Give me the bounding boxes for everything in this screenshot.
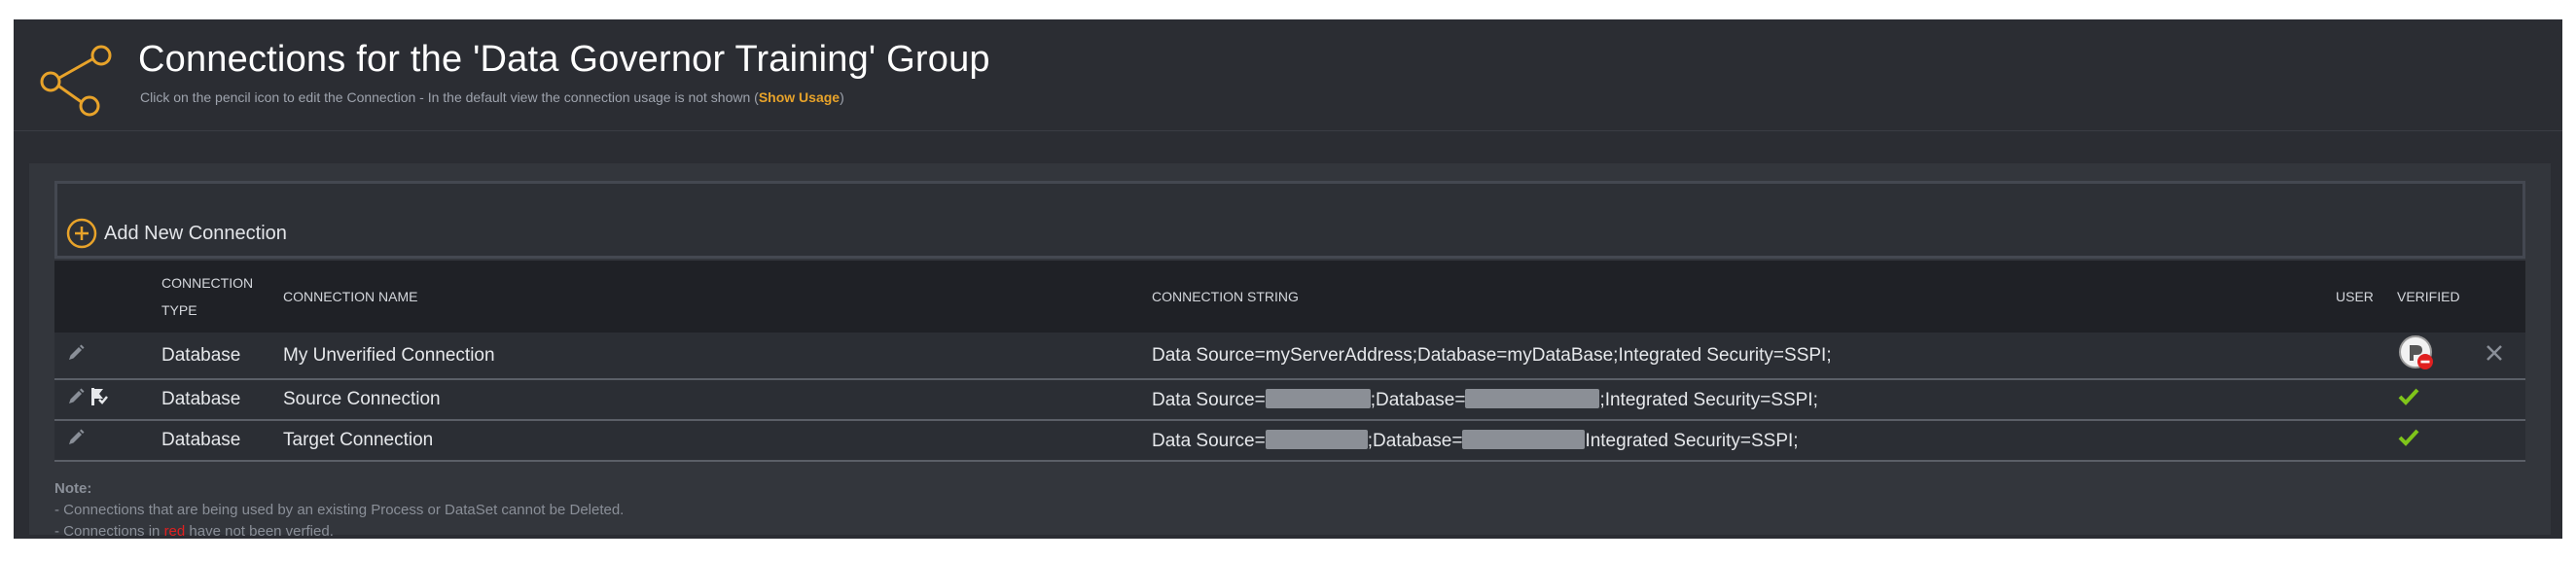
connection-string: Data Source= ;Database= Integrated Securit… bbox=[1152, 420, 2336, 461]
row-tools bbox=[88, 333, 161, 379]
header-connection-type[interactable]: CONNECTION TYPE bbox=[161, 261, 283, 333]
pencil-icon[interactable] bbox=[66, 428, 86, 447]
connection-string-part: ;Database= bbox=[1367, 430, 1463, 451]
table-row: Database Target Connection Data Source=;… bbox=[54, 420, 2525, 461]
share-icon bbox=[40, 45, 112, 117]
table-header-row: CONNECTION TYPE CONNECTION NAME CONNECTI… bbox=[54, 261, 2525, 333]
redacted-database bbox=[1462, 429, 1586, 449]
connection-string-part: ;Database= bbox=[1370, 389, 1466, 410]
notes-title: Note: bbox=[54, 480, 92, 497]
connection-string: Data Source= ;Database= ;Integrated Securi… bbox=[1152, 379, 2336, 420]
header-connection-string[interactable]: CONNECTION STRING bbox=[1152, 261, 2336, 333]
connection-string-part: Data Source= bbox=[1152, 389, 1266, 410]
connection-name[interactable]: Target Connection bbox=[283, 420, 1152, 461]
table-row: Database Source Connection Data Source=;… bbox=[54, 379, 2525, 420]
close-icon[interactable] bbox=[2485, 343, 2504, 363]
pencil-icon[interactable] bbox=[66, 387, 86, 406]
connection-type: Database bbox=[161, 430, 241, 450]
connection-user bbox=[2336, 420, 2397, 461]
add-new-connection-button[interactable]: Add New Connection bbox=[65, 217, 287, 250]
table-row: Database My Unverified Connection Data S… bbox=[54, 333, 2525, 379]
connection-name[interactable]: Source Connection bbox=[283, 379, 1152, 420]
header-verified[interactable]: VERIFIED bbox=[2397, 261, 2485, 333]
show-usage-link[interactable]: Show Usage bbox=[759, 89, 840, 105]
connections-table: CONNECTION TYPE CONNECTION NAME CONNECTI… bbox=[54, 261, 2525, 462]
header-connection-type-line2: TYPE bbox=[161, 302, 197, 318]
check-icon bbox=[2398, 388, 2419, 405]
subtitle-text: Click on the pencil icon to edit the Con… bbox=[140, 89, 759, 105]
page-header: Connections for the 'Data Governor Train… bbox=[14, 19, 2562, 131]
row-delete-empty bbox=[2485, 420, 2525, 461]
redacted-server bbox=[1265, 429, 1368, 449]
row-delete-empty bbox=[2485, 379, 2525, 420]
flag-tool-icon[interactable] bbox=[88, 386, 109, 407]
header-connection-name[interactable]: CONNECTION NAME bbox=[283, 261, 1152, 333]
connection-string-part: ;Integrated Security=SSPI; bbox=[1599, 389, 1818, 410]
add-new-connection-label: Add New Connection bbox=[104, 222, 287, 244]
connection-string-part: Data Source= bbox=[1152, 430, 1266, 451]
connection-string-part: Integrated Security=SSPI; bbox=[1585, 430, 1799, 451]
note-line-2-post: have not been verfied. bbox=[185, 523, 334, 540]
redacted-server bbox=[1265, 388, 1371, 408]
connections-window: Connections for the 'Data Governor Train… bbox=[14, 19, 2562, 540]
header-connection-type-line1: CONNECTION bbox=[161, 275, 254, 291]
connection-user bbox=[2336, 333, 2397, 379]
header-user[interactable]: USER bbox=[2336, 261, 2397, 333]
toolbar: Add New Connection bbox=[54, 181, 2525, 259]
header-tools bbox=[88, 261, 161, 333]
row-tools bbox=[88, 420, 161, 461]
plus-circle-icon bbox=[66, 218, 97, 249]
subtitle-close-paren: ) bbox=[840, 89, 844, 105]
pencil-icon[interactable] bbox=[66, 343, 86, 363]
note-red-word: red bbox=[163, 523, 186, 540]
notes: Note: - Connections that are being used … bbox=[54, 478, 624, 543]
note-line-2-pre: - Connections in bbox=[54, 523, 164, 540]
connection-user bbox=[2336, 379, 2397, 420]
check-icon bbox=[2398, 429, 2419, 446]
header-delete bbox=[2485, 261, 2525, 333]
connection-string: Data Source=myServerAddress;Database=myD… bbox=[1152, 344, 1832, 366]
page-subtitle: Click on the pencil icon to edit the Con… bbox=[140, 89, 844, 105]
connection-type: Database bbox=[161, 389, 241, 409]
redacted-database bbox=[1465, 388, 1600, 408]
note-line-2: - Connections in red have not been verfi… bbox=[54, 521, 624, 543]
note-line-1: - Connections that are being used by an … bbox=[54, 502, 625, 518]
header-edit bbox=[54, 261, 88, 333]
connection-name[interactable]: My Unverified Connection bbox=[283, 333, 1152, 379]
page-title: Connections for the 'Data Governor Train… bbox=[138, 39, 990, 80]
connection-type: Database bbox=[161, 344, 241, 366]
unverified-badge-icon[interactable] bbox=[2397, 333, 2436, 372]
connections-panel: Add New Connection CONNECTION TYPE CONNE… bbox=[29, 163, 2551, 540]
